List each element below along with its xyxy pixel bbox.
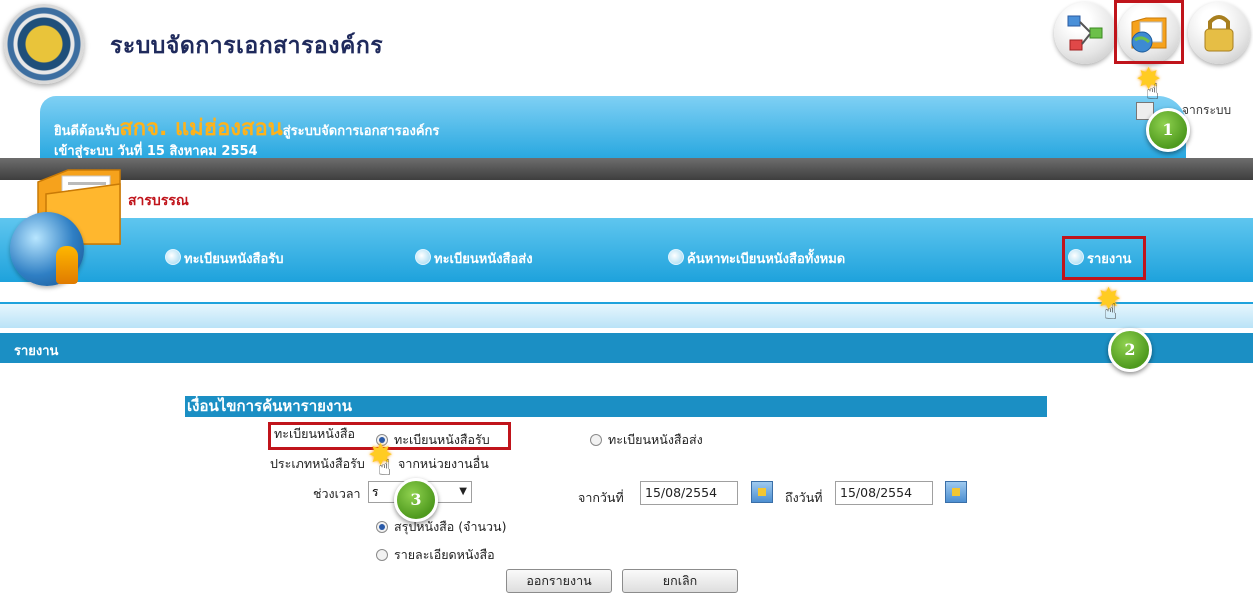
radio-outgoing-register[interactable]: ทะเบียนหนังสือส่ง: [590, 430, 703, 450]
chevron-down-icon: ▼: [459, 486, 467, 497]
step-marker-1: 1: [1146, 108, 1190, 152]
folder-icon-highlight: [1114, 0, 1184, 64]
generate-report-button[interactable]: ออกรายงาน: [506, 569, 612, 593]
nav-item-label: ทะเบียนหนังสือรับ: [184, 252, 284, 267]
step-marker-2: 2: [1108, 328, 1152, 372]
radio-indicator: [376, 549, 388, 561]
app-title: ระบบจัดการเอกสารองค์กร: [110, 33, 384, 59]
calendar-icon[interactable]: [945, 481, 967, 503]
radio-summary[interactable]: สรุปหนังสือ (จำนวน): [376, 517, 506, 537]
form-title: เงื่อนไขการค้นหารายงาน: [185, 396, 1047, 417]
nav-item-search-all[interactable]: ค้นหาทะเบียนหนังสือทั้งหมด: [668, 248, 845, 269]
radio-indicator: [376, 521, 388, 533]
nav-item-label: ค้นหาทะเบียนหนังสือทั้งหมด: [687, 252, 846, 267]
doc-type-value: จากหน่วยงานอื่น: [398, 456, 489, 471]
org-name: สกจ. แม่ฮ่องสอน: [119, 116, 283, 141]
page-title-band: [0, 333, 1253, 363]
doc-type-label: ประเภทหนังสือรับ: [270, 456, 365, 471]
person-icon: [56, 246, 78, 284]
section-title: สารบรรณ: [128, 193, 189, 209]
logout-label: จากระบบ: [1182, 103, 1232, 117]
welcome-prefix: ยินดีต้อนรับ: [54, 124, 120, 139]
to-date-input[interactable]: 15/08/2554: [835, 481, 933, 505]
org-seal-logo: [4, 4, 84, 84]
hand-pointer-icon: ☝: [1146, 80, 1160, 105]
nav-bullet-icon: [165, 249, 181, 265]
hand-pointer-icon: ☝: [378, 456, 392, 481]
to-date-label: ถึงวันที่: [785, 490, 823, 505]
radio-details[interactable]: รายละเอียดหนังสือ: [376, 545, 495, 565]
radio-label: รายละเอียดหนังสือ: [394, 547, 495, 562]
welcome-suffix: สู่ระบบจัดการเอกสารองค์กร: [282, 124, 440, 139]
from-date-label: จากวันที่: [578, 490, 624, 505]
nav-bullet-icon: [415, 249, 431, 265]
nav-item-label: ทะเบียนหนังสือส่ง: [434, 252, 533, 267]
nav-item-incoming-register[interactable]: ทะเบียนหนังสือรับ: [165, 248, 284, 269]
nav-item-outgoing-register[interactable]: ทะเบียนหนังสือส่ง: [415, 248, 533, 269]
hand-pointer-icon: ☝: [1104, 300, 1118, 325]
page-title: รายงาน: [14, 344, 59, 359]
lock-icon[interactable]: [1188, 2, 1250, 64]
nav-bullet-icon: [668, 249, 684, 265]
radio-indicator: [590, 434, 602, 446]
header-divider: [0, 158, 1253, 180]
radio-label: ทะเบียนหนังสือส่ง: [608, 432, 703, 447]
period-label: ช่วงเวลา: [313, 486, 361, 501]
report-nav-highlight: [1062, 236, 1146, 280]
spacer-band: [0, 302, 1253, 328]
workflow-icon[interactable]: [1054, 2, 1116, 64]
step-marker-3: 3: [394, 478, 438, 522]
cancel-button[interactable]: ยกเลิก: [622, 569, 738, 593]
calendar-icon[interactable]: [751, 481, 773, 503]
period-select-value: ร: [372, 485, 379, 499]
from-date-input[interactable]: 15/08/2554: [640, 481, 738, 505]
